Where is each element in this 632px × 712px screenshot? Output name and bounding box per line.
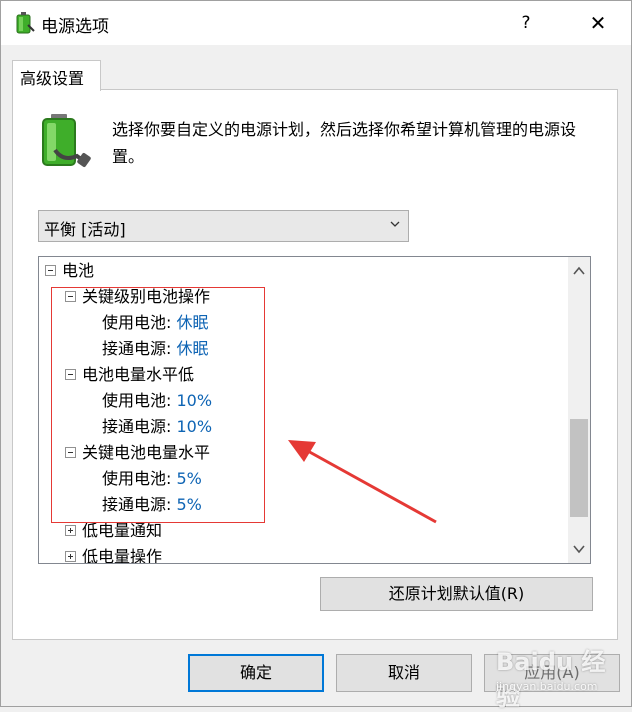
- tree-item-low-battery-level[interactable]: 电池电量水平低: [65, 362, 194, 388]
- tree-item-label: 低电量通知: [82, 521, 163, 540]
- setting-row-plugged-in: 接通电源: 10%: [102, 414, 212, 440]
- setting-value-link[interactable]: 5%: [177, 469, 202, 488]
- tree-item-label: 低电量操作: [82, 547, 163, 564]
- chevron-down-icon: [390, 221, 400, 227]
- power-battery-icon: [16, 12, 35, 34]
- title-bar: 电源选项 ? ✕: [1, 1, 631, 45]
- tree-item-critical-battery-action[interactable]: 关键级别电池操作: [65, 284, 210, 310]
- expand-icon[interactable]: [65, 525, 76, 536]
- tree-item-label: 关键级别电池操作: [82, 287, 211, 306]
- setting-value-link[interactable]: 5%: [177, 495, 202, 514]
- setting-label: 接通电源:: [102, 417, 172, 436]
- vertical-scrollbar[interactable]: [568, 257, 590, 563]
- cancel-button[interactable]: 取消: [336, 654, 472, 692]
- setting-row-plugged-in: 接通电源: 5%: [102, 492, 202, 518]
- tree-item-label: 电池电量水平低: [82, 365, 195, 384]
- setting-row-on-battery: 使用电池: 10%: [102, 388, 212, 414]
- setting-value-link[interactable]: 10%: [177, 391, 213, 410]
- setting-label: 使用电池:: [102, 313, 172, 332]
- power-plan-value: 平衡 [活动]: [44, 220, 126, 239]
- scroll-down-icon[interactable]: [568, 535, 590, 563]
- setting-label: 接通电源:: [102, 339, 172, 358]
- setting-label: 接通电源:: [102, 495, 172, 514]
- scrollbar-thumb[interactable]: [570, 419, 588, 517]
- setting-value-link[interactable]: 10%: [177, 417, 213, 436]
- collapse-icon[interactable]: [45, 265, 56, 276]
- setting-label: 使用电池:: [102, 391, 172, 410]
- tab-label: 高级设置: [20, 69, 85, 88]
- expand-icon[interactable]: [65, 551, 76, 562]
- settings-tree: 电池 关键级别电池操作 使用电池: 休眠 接通电源: 休眠 电池电量水平低 使用…: [38, 256, 591, 564]
- setting-value-link[interactable]: 休眠: [177, 313, 209, 332]
- tree-item-battery[interactable]: 电池: [45, 258, 94, 284]
- tree-item-critical-battery-level[interactable]: 关键电池电量水平: [65, 440, 210, 466]
- description-text: 选择你要自定义的电源计划，然后选择你希望计算机管理的电源设置。: [112, 120, 577, 166]
- apply-button[interactable]: 应用(A): [484, 654, 620, 692]
- scroll-up-icon[interactable]: [568, 257, 590, 285]
- tree-item-label: 电池: [62, 261, 95, 280]
- tab-advanced-settings[interactable]: 高级设置: [12, 60, 101, 91]
- ok-button[interactable]: 确定: [188, 654, 324, 692]
- tree-item-low-battery-action[interactable]: 低电量操作: [65, 544, 163, 564]
- setting-row-on-battery: 使用电池: 5%: [102, 466, 202, 492]
- setting-label: 使用电池:: [102, 469, 172, 488]
- setting-row-on-battery: 使用电池: 休眠: [102, 310, 209, 336]
- window-title: 电源选项: [41, 17, 109, 37]
- setting-value-link[interactable]: 休眠: [177, 339, 209, 358]
- collapse-icon[interactable]: [65, 369, 76, 380]
- tree-item-low-battery-notification[interactable]: 低电量通知: [65, 518, 162, 544]
- battery-plug-icon: [42, 114, 91, 167]
- restore-defaults-button[interactable]: 还原计划默认值(R): [320, 577, 593, 611]
- tree-item-label: 关键电池电量水平: [82, 443, 211, 462]
- close-button[interactable]: ✕: [573, 1, 623, 45]
- collapse-icon[interactable]: [65, 291, 76, 302]
- collapse-icon[interactable]: [65, 447, 76, 458]
- power-plan-select[interactable]: 平衡 [活动]: [38, 210, 409, 242]
- help-button[interactable]: ?: [501, 1, 551, 45]
- setting-row-plugged-in: 接通电源: 休眠: [102, 336, 209, 362]
